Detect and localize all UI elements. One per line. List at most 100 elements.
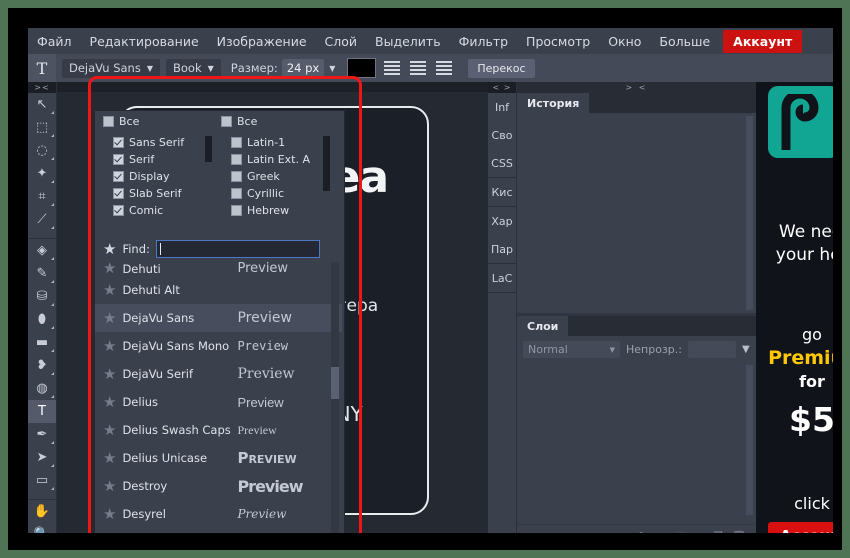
font-list-scrollbar[interactable]: [331, 262, 339, 533]
vtab-paragraph[interactable]: Пар: [488, 235, 516, 264]
vtab-character[interactable]: Хар: [488, 207, 516, 235]
text-color-swatch[interactable]: [347, 58, 377, 78]
font-list[interactable]: ★ Dehuti Preview ★ Dehuti Alt ★ DejaVu S…: [95, 262, 342, 533]
script-row[interactable]: Latin-1: [219, 134, 330, 151]
checkbox-icon[interactable]: [221, 116, 232, 127]
font-style-dropdown[interactable]: Book ▼: [166, 58, 221, 78]
align-right-button[interactable]: [434, 59, 454, 77]
category-all-row[interactable]: Все: [101, 111, 212, 133]
script-all-row[interactable]: Все: [219, 111, 330, 133]
font-search-input[interactable]: [155, 240, 320, 258]
font-list-item[interactable]: ★ Dehuti Alt: [95, 276, 342, 304]
checkbox-icon[interactable]: [231, 171, 242, 182]
zoom-tool[interactable]: 🔍: [28, 523, 56, 533]
font-list-item-selected[interactable]: ★ DejaVu Sans Preview: [95, 304, 342, 332]
vtab-css[interactable]: CSS: [488, 149, 516, 178]
vtab-properties[interactable]: Сво: [488, 121, 516, 149]
checkbox-icon[interactable]: [103, 116, 114, 127]
tab-history[interactable]: История: [517, 93, 590, 113]
script-row[interactable]: Cyrillic: [219, 185, 330, 202]
vtab-layercomps[interactable]: LaC: [488, 264, 516, 293]
favorite-star-icon[interactable]: ★: [103, 366, 116, 382]
vtab-info[interactable]: Inf: [488, 93, 516, 121]
font-size-value[interactable]: 24 px: [281, 59, 325, 77]
category-row[interactable]: Serif: [101, 151, 212, 168]
gradient-tool[interactable]: ▬: [28, 331, 56, 354]
favorite-star-icon[interactable]: ★: [103, 394, 116, 410]
new-layer-icon[interactable]: ❐: [713, 530, 723, 534]
script-list[interactable]: Latin-1 Latin Ext. A Greek Cyrillic Hebr…: [219, 134, 330, 222]
checkbox-icon[interactable]: [113, 188, 124, 199]
warp-text-button[interactable]: Перекос: [468, 58, 535, 78]
menu-layer[interactable]: Слой: [316, 30, 367, 53]
checkbox-icon[interactable]: [113, 137, 124, 148]
category-row[interactable]: Display: [101, 168, 212, 185]
checkbox-icon[interactable]: [231, 154, 242, 165]
layers-list[interactable]: [517, 363, 756, 524]
favorite-star-icon[interactable]: ★: [103, 506, 116, 522]
shape-tool[interactable]: ▭: [28, 469, 56, 492]
history-scrollbar[interactable]: [746, 116, 753, 310]
menu-window[interactable]: Окно: [599, 30, 650, 53]
font-family-dropdown[interactable]: DejaVu Sans ▼: [62, 58, 160, 78]
checkbox-icon[interactable]: [113, 154, 124, 165]
clone-stamp-tool[interactable]: ⛁: [28, 285, 56, 308]
font-list-item[interactable]: ★ Delius Unicase Preview: [95, 444, 342, 472]
font-list-item[interactable]: ★ Destroy Preview: [95, 472, 342, 500]
category-list[interactable]: Sans Serif Serif Display Slab Serif Comi…: [101, 134, 212, 222]
dodge-tool[interactable]: ◍: [28, 377, 56, 400]
menu-edit[interactable]: Редактирование: [81, 30, 208, 53]
history-panel-grip[interactable]: > <: [517, 82, 756, 93]
pen-tool[interactable]: ✒: [28, 423, 56, 446]
checkbox-icon[interactable]: [231, 137, 242, 148]
menu-filter[interactable]: Фильтр: [450, 30, 517, 53]
history-panel-body[interactable]: [517, 113, 756, 313]
lasso-tool[interactable]: ◌: [28, 139, 56, 162]
font-picker-panel[interactable]: Все Sans Serif Serif Display Slab Serif …: [94, 110, 345, 533]
layer-mask-icon[interactable]: ▣: [676, 530, 686, 534]
promo-account-button[interactable]: Account: [768, 522, 833, 533]
category-row[interactable]: Slab Serif: [101, 185, 212, 202]
font-list-item[interactable]: ★ Desyrel Preview: [95, 500, 342, 528]
favorite-star-icon[interactable]: ★: [103, 262, 116, 276]
toolbar-collapse-button[interactable]: ><: [28, 82, 56, 93]
favorite-star-icon[interactable]: ★: [103, 450, 116, 466]
dock-collapse-button[interactable]: < >: [488, 82, 516, 93]
marquee-tool[interactable]: ⬚: [28, 116, 56, 139]
vtab-brushes[interactable]: Кис: [488, 178, 516, 207]
favorite-star-icon[interactable]: ★: [103, 310, 116, 326]
opacity-input[interactable]: [687, 341, 736, 358]
path-select-tool[interactable]: ➤: [28, 446, 56, 469]
script-row[interactable]: Greek: [219, 168, 330, 185]
chevron-down-icon[interactable]: ▼: [329, 64, 335, 73]
delete-layer-icon[interactable]: 🗑: [732, 530, 746, 534]
paint-bucket-tool[interactable]: ◈: [28, 239, 56, 262]
brush-tool[interactable]: ✎: [28, 262, 56, 285]
adjustment-layer-icon[interactable]: ◑: [658, 530, 668, 534]
type-tool[interactable]: T: [28, 400, 56, 423]
script-scrollbar[interactable]: [323, 136, 330, 218]
favorite-star-icon[interactable]: ★: [103, 241, 116, 257]
font-list-item[interactable]: ★ DejaVu Serif Preview: [95, 360, 342, 388]
font-list-item[interactable]: ★ DejaVu Sans Mono Preview: [95, 332, 342, 360]
menu-more[interactable]: Больше: [650, 30, 719, 53]
eyedropper-tool[interactable]: ⟋: [28, 208, 56, 231]
favorite-star-icon[interactable]: ★: [103, 422, 116, 438]
opacity-chevron-down-icon[interactable]: ▼: [742, 344, 750, 355]
magic-wand-tool[interactable]: ✦: [28, 162, 56, 185]
font-list-item[interactable]: ★ Dehuti Preview: [95, 262, 342, 276]
favorite-star-icon[interactable]: ★: [103, 282, 116, 298]
menu-account-button[interactable]: Аккаунт: [723, 29, 803, 53]
menu-view[interactable]: Просмотр: [517, 30, 599, 53]
font-list-item[interactable]: ★ Delius Swash Caps Preview: [95, 416, 342, 444]
eraser-tool[interactable]: ⬮: [28, 308, 56, 331]
checkbox-icon[interactable]: [231, 205, 242, 216]
menu-select[interactable]: Выделить: [366, 30, 450, 53]
crop-tool[interactable]: ⌗: [28, 185, 56, 208]
category-scrollbar[interactable]: [205, 136, 212, 218]
move-tool[interactable]: ↖: [28, 93, 56, 116]
checkbox-icon[interactable]: [113, 171, 124, 182]
favorite-star-icon[interactable]: ★: [103, 338, 116, 354]
hand-tool[interactable]: ✋: [28, 500, 56, 523]
layers-scrollbar[interactable]: [746, 365, 753, 515]
